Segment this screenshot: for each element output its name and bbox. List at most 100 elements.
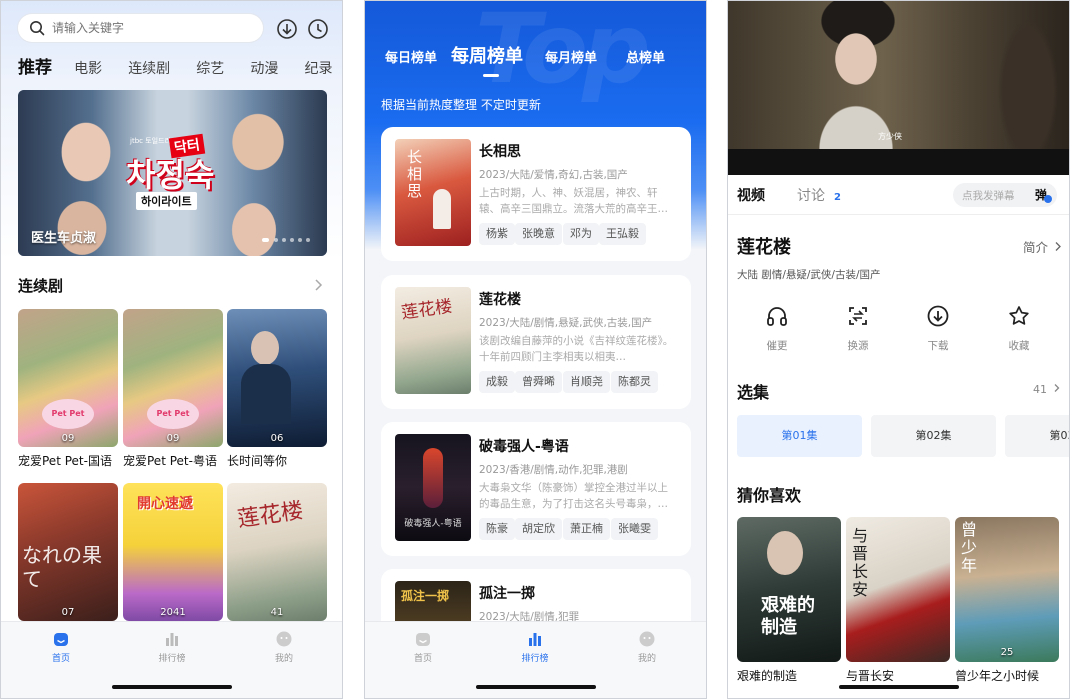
rank-meta: 2023/大陆/爱情,奇幻,古装,国产 [479,169,628,181]
tab-mine[interactable]: 我的 [617,630,677,664]
check-badge-icon [1044,195,1052,203]
tab-video[interactable]: 视频 [737,185,765,205]
tab-weekly[interactable]: 每周榜单 [451,42,523,68]
poster-pet-mandarin[interactable]: Pet Pet 09 [18,309,118,447]
tab-movie[interactable]: 电影 [74,58,102,78]
banner-carousel[interactable]: jtbc 토일드라마 닥터 차정숙 하이라이트 医生车贞淑 [18,90,327,256]
tab-ranking[interactable]: 排行榜 [505,630,565,664]
tab-overall[interactable]: 总榜单 [626,47,665,66]
recommend-poster[interactable]: 曾少年 25 [955,517,1059,662]
episode-badge: 09 [61,433,75,444]
video-player[interactable]: 方少侠 [728,1,1069,175]
poster-title: 长时间等你 [227,454,288,468]
rank-title: 长相思 [479,144,521,160]
cast-chip[interactable]: 成毅 [479,371,515,393]
smiley-icon [276,631,292,647]
cast-chip[interactable]: 张晚意 [515,223,562,245]
comment-count: 2 [834,192,841,203]
tab-documentary[interactable]: 纪录 [304,58,332,78]
cast-chip[interactable]: 邓为 [563,223,599,245]
history-clock-icon[interactable] [307,18,329,40]
tab-home[interactable]: 首页 [31,630,91,664]
tab-monthly[interactable]: 每月榜单 [545,47,597,66]
poster-waiting[interactable]: 06 [227,309,327,447]
section-title-series: 连续剧 [18,277,64,295]
cast-chip[interactable]: 萧正楠 [563,518,610,540]
recommend-poster[interactable]: 与晋长安 [846,517,950,662]
poster-happy-express[interactable]: 開心速遞 2041 [123,483,223,621]
tab-anime[interactable]: 动漫 [250,58,278,78]
home-indicator [475,685,596,689]
tab-series[interactable]: 连续剧 [128,58,170,78]
episode-badge: 2041 [160,607,186,618]
headphones-icon [767,307,787,326]
cast-chip[interactable]: 张曦雯 [611,518,658,540]
tab-comments[interactable]: 讨论 [797,185,825,205]
episodes-more[interactable]: 41 [1033,383,1061,396]
home-icon [416,633,430,646]
danmaku-input[interactable]: 点我发弹幕 弹 [953,183,1057,207]
ranking-subtitle: 根据当前热度整理 不定时更新 [381,98,541,112]
bar-chart-icon [529,633,541,646]
episode-button[interactable]: 第01集 [737,415,862,457]
home-indicator [839,685,959,689]
rank-title: 孤注一掷 [479,586,535,602]
rank-poster: 莲花楼 [395,287,471,394]
poster-lianhualou[interactable]: 莲花楼 41 [227,483,327,621]
cast-chip[interactable]: 王弘毅 [599,223,646,245]
tab-variety[interactable]: 综艺 [196,58,224,78]
poster-nare-no-hate[interactable]: なれの果て 07 [18,483,118,621]
intro-link[interactable]: 简介 [1023,237,1062,256]
ranking-screen: Top 每日榜单 每周榜单 每月榜单 总榜单 根据当前热度整理 不定时更新 长相… [364,0,707,699]
rank-desc: 大毒枭文华（陈豪饰）掌控全港过半以上的毒品生意，为了打击这名头号毒枭，… [479,482,668,510]
cast-chip[interactable]: 胡定欣 [515,518,562,540]
action-favorite[interactable]: 收藏 [998,304,1040,353]
poster-pet-cantonese[interactable]: Pet Pet 09 [123,309,223,447]
tab-mine[interactable]: 我的 [254,630,314,664]
tab-home[interactable]: 首页 [393,630,453,664]
ranking-tabs: 每日榜单 每周榜单 每月榜单 总榜单 [385,41,695,81]
download-icon [927,305,949,327]
rank-title: 破毒强人-粤语 [479,439,569,455]
cast-chip[interactable]: 肖顺尧 [563,371,610,393]
bottom-tab-bar: 首页 排行榜 我的 [1,621,342,698]
episode-list: 第01集 第02集 第03集 [737,415,1069,457]
detail-screen: 方少侠 视频 讨论 2 点我发弹幕 弹 莲花楼 简介 大陆 剧情/悬疑/武侠/古… [727,0,1070,699]
recommend-title: 猜你喜欢 [737,486,802,505]
action-download[interactable]: 下载 [917,304,959,353]
cast-chip[interactable]: 陈豪 [479,518,515,540]
search-input[interactable] [52,19,252,37]
poster-title: 宠爱Pet Pet-粤语 [123,454,217,468]
cast-chip[interactable]: 陈都灵 [611,371,658,393]
chevron-right-icon[interactable] [314,278,323,292]
action-remind[interactable]: 催更 [756,304,798,353]
episode-badge: 09 [166,433,180,444]
banner-caption: 医生车贞淑 [31,231,97,246]
rank-card[interactable]: 莲花楼 莲花楼 2023/大陆/剧情,悬疑,武侠,古装,国产 该剧改编自藤萍的小… [381,275,691,409]
rank-card[interactable]: 长相思 长相思 2023/大陆/爱情,奇幻,古装,国产 上古时期，人、神、妖混居… [381,127,691,261]
chevron-right-icon [1054,384,1059,392]
rank-card[interactable]: 破毒强人-粤语 破毒强人-粤语 2023/香港/剧情,动作,犯罪,港剧 大毒枭文… [381,422,691,556]
search-bar[interactable] [18,14,263,42]
home-screen: 推荐 电影 连续剧 综艺 动漫 纪录 jtbc 토일드라마 닥터 차정숙 하이라… [0,0,343,699]
tab-weekly-indicator [483,74,499,77]
cast-chip[interactable]: 曾舜晞 [515,371,562,393]
tab-ranking[interactable]: 排行榜 [142,630,202,664]
episode-button[interactable]: 第03集 [1005,415,1069,457]
cast-chip[interactable]: 杨紫 [479,223,515,245]
bottom-tab-bar: 首页 排行榜 我的 [365,621,706,698]
recommend-poster[interactable]: 艰难的制造 [737,517,841,662]
download-icon[interactable] [276,18,298,40]
rank-meta: 2023/香港/剧情,动作,犯罪,港剧 [479,464,628,476]
rank-desc: 上古时期，人、神、妖混居，神农、轩辕、高辛三国鼎立。流落大荒的高辛王… [479,187,668,215]
banner-logo: jtbc 토일드라마 닥터 차정숙 하이라이트 [126,133,236,210]
tab-daily[interactable]: 每日榜单 [385,47,437,66]
show-title: 莲花楼 [737,237,791,258]
detail-tabs: 视频 讨论 2 点我发弹幕 弹 [728,175,1069,215]
smiley-icon [639,631,655,647]
episode-button[interactable]: 第02集 [871,415,996,457]
carousel-dots[interactable] [262,238,314,242]
star-icon [1009,306,1029,325]
action-switch-source[interactable]: 换源 [837,304,879,353]
tab-recommend[interactable]: 推荐 [18,53,52,78]
